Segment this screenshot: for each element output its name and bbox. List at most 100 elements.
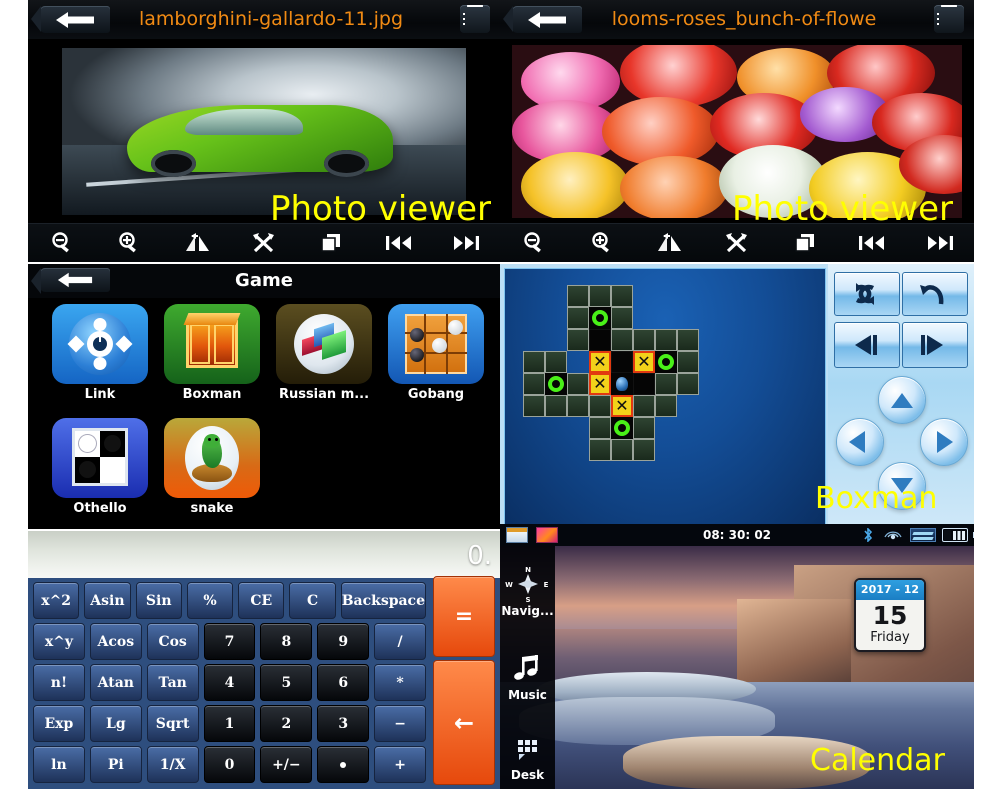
calculator-key[interactable]: C xyxy=(289,582,336,619)
zoom-in-button[interactable] xyxy=(95,224,162,262)
calculator-key[interactable]: 2 xyxy=(260,705,313,742)
calculator-key[interactable]: Asin xyxy=(84,582,131,619)
sidebar-item-desk[interactable]: Desk xyxy=(500,738,555,782)
dpad-right-button[interactable] xyxy=(920,418,968,466)
calculator-key[interactable]: / xyxy=(374,623,427,660)
game-item-gobang[interactable]: Gobang xyxy=(384,304,488,402)
previous-button[interactable] xyxy=(839,224,907,262)
calendar-widget[interactable]: 2017 - 12 15 Friday xyxy=(854,578,926,652)
calculator-key[interactable]: 1 xyxy=(203,705,256,742)
equals-button[interactable]: = xyxy=(433,576,495,657)
calculator-key[interactable]: ln xyxy=(33,746,85,783)
svg-text:S: S xyxy=(525,596,530,604)
calculator-key[interactable]: − xyxy=(374,705,427,742)
gobang-board-icon xyxy=(388,304,484,384)
overlay-label-photo-viewer-1: Photo viewer xyxy=(270,189,491,229)
calendar-month-label: 2017 - 12 xyxy=(856,580,924,600)
game-item-boxman[interactable]: Boxman xyxy=(160,304,264,402)
rotate-button[interactable] xyxy=(635,224,703,262)
zoom-out-button[interactable] xyxy=(500,224,568,262)
calculator-key[interactable] xyxy=(317,746,370,783)
calculator-key[interactable]: * xyxy=(374,664,427,701)
zoom-out-icon xyxy=(52,232,69,253)
photo-title: looms-roses_bunch-of-flowe xyxy=(611,8,877,30)
calculator-key-row: x^2 Asin Sin% CE C Backspace xyxy=(33,582,495,619)
copy-button[interactable] xyxy=(771,224,839,262)
shuffle-button[interactable] xyxy=(230,224,297,262)
calculator-key[interactable]: Backspace xyxy=(340,582,426,619)
previous-level-button[interactable] xyxy=(834,322,900,368)
boxman-board[interactable] xyxy=(504,268,826,525)
calculator-key[interactable]: CE xyxy=(238,582,285,619)
next-level-button[interactable] xyxy=(902,322,968,368)
calculator-key[interactable]: 3 xyxy=(317,705,370,742)
enter-button[interactable]: ← xyxy=(433,660,495,785)
calculator-key[interactable]: 7 xyxy=(203,623,256,660)
menu-button[interactable] xyxy=(460,5,490,33)
calculator-key[interactable]: 6 xyxy=(317,664,370,701)
rotate-button[interactable] xyxy=(163,224,230,262)
boxman-wall-cell xyxy=(545,395,567,417)
next-icon xyxy=(454,236,480,250)
zoom-out-button[interactable] xyxy=(28,224,95,262)
boxman-wall-cell xyxy=(633,329,655,351)
boxman-goal-cell xyxy=(655,351,677,373)
calculator-key[interactable]: 0 xyxy=(203,746,256,783)
undo-button[interactable] xyxy=(902,272,968,316)
game-item-label: Gobang xyxy=(407,387,465,402)
calculator-key[interactable]: n! xyxy=(33,664,85,701)
sidebar-item-label: Desk xyxy=(510,768,545,782)
calculator-key[interactable]: 1/X xyxy=(146,746,199,783)
sidebar-item-label: Navig... xyxy=(501,604,554,618)
dpad-left-button[interactable] xyxy=(836,418,884,466)
shuffle-button[interactable] xyxy=(703,224,771,262)
game-item-othello[interactable]: Othello xyxy=(48,418,152,516)
boxman-wall-cell xyxy=(567,285,589,307)
car-body xyxy=(126,104,394,177)
sidebar-item-navigation[interactable]: N S W E Navig... xyxy=(500,564,555,618)
calculator-key[interactable]: Cos xyxy=(146,623,199,660)
svg-text:W: W xyxy=(505,581,513,589)
restart-button[interactable] xyxy=(834,272,900,316)
calculator-key[interactable]: x^2 xyxy=(33,582,80,619)
calculator-key[interactable]: Sin xyxy=(135,582,182,619)
calculator-key[interactable]: x^y xyxy=(33,623,85,660)
boxman-wall-cell xyxy=(567,307,589,329)
boxman-box xyxy=(589,373,611,395)
calculator-key[interactable]: +/− xyxy=(260,746,313,783)
calculator-key[interactable]: 8 xyxy=(260,623,313,660)
game-item-label: Link xyxy=(84,387,116,402)
game-item-russian[interactable]: Russian m... xyxy=(272,304,376,402)
calculator-key[interactable]: Acos xyxy=(89,623,142,660)
zoom-in-button[interactable] xyxy=(568,224,636,262)
game-item-snake[interactable]: snake xyxy=(160,418,264,516)
calculator-key[interactable]: Lg xyxy=(89,705,142,742)
next-button[interactable] xyxy=(906,224,974,262)
boxman-player xyxy=(611,373,633,395)
calculator-key[interactable]: 5 xyxy=(260,664,313,701)
calculator-key[interactable]: 4 xyxy=(203,664,256,701)
boxman-wall-cell xyxy=(567,395,589,417)
calculator-key[interactable]: Pi xyxy=(89,746,142,783)
game-icon-grid: Link Boxman Russian m... Gobang Othello … xyxy=(42,300,486,527)
calculator-key[interactable]: Atan xyxy=(89,664,142,701)
menu-button[interactable] xyxy=(934,5,964,33)
calculator-key[interactable]: + xyxy=(374,746,427,783)
next-button[interactable] xyxy=(433,224,500,262)
calculator-key[interactable]: Sqrt xyxy=(146,705,199,742)
sidebar-item-music[interactable]: Music xyxy=(500,654,555,702)
photo-viewer-flowers-panel: looms-roses_bunch-of-flowe Photo viewer xyxy=(500,0,974,262)
equals-label: = xyxy=(454,604,474,629)
previous-button[interactable] xyxy=(365,224,432,262)
boxman-wall-cell xyxy=(611,285,633,307)
gps-card-icon xyxy=(910,528,936,542)
copy-button[interactable] xyxy=(298,224,365,262)
game-menu-title: Game xyxy=(235,270,293,291)
calculator-key[interactable]: Tan xyxy=(146,664,199,701)
calculator-key[interactable]: 9 xyxy=(317,623,370,660)
calculator-key[interactable]: Exp xyxy=(33,705,85,742)
game-item-link[interactable]: Link xyxy=(48,304,152,402)
calculator-key[interactable]: % xyxy=(186,582,234,619)
dpad-up-button[interactable] xyxy=(878,376,926,424)
overlay-label-photo-viewer-2: Photo viewer xyxy=(732,189,953,229)
